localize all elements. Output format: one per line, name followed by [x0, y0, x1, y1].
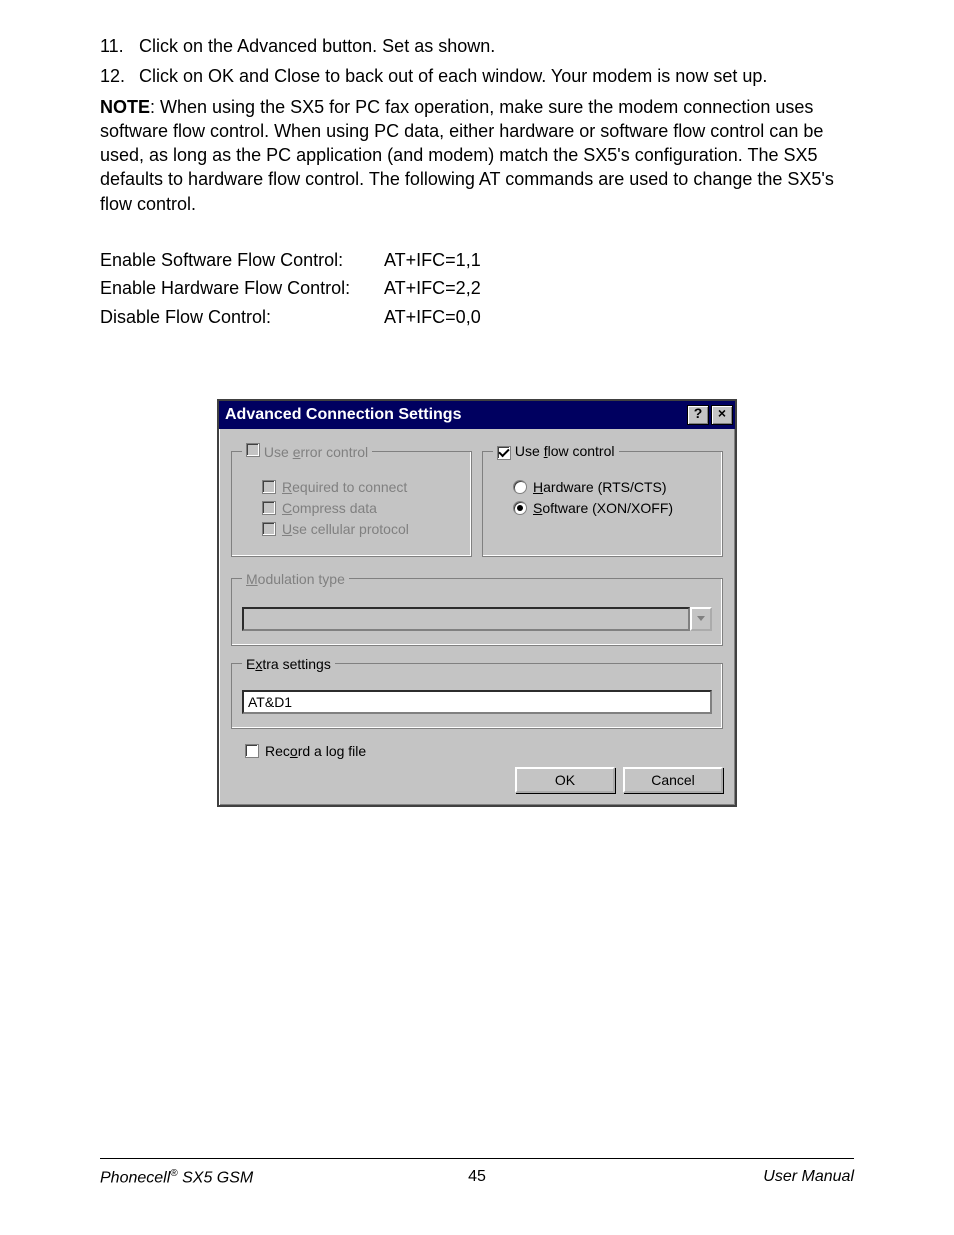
at-label: Enable Hardware Flow Control: [100, 274, 380, 302]
option-label: Hardware (RTS/CTS) [533, 479, 667, 495]
modulation-type-group: Modulation type [231, 571, 723, 646]
note-text: : When using the SX5 for PC fax operatio… [100, 97, 834, 214]
option-label: Required to connect [282, 479, 407, 495]
table-row: Enable Hardware Flow Control: AT+IFC=2,2 [100, 274, 481, 302]
checkbox-icon [262, 501, 276, 515]
footer-page-number: 45 [468, 1168, 486, 1186]
cellular-protocol-checkbox[interactable]: Use cellular protocol [262, 521, 461, 537]
footer-left: Phonecell® SX5 GSM [100, 1168, 253, 1187]
at-label: Enable Software Flow Control: [100, 246, 380, 274]
extra-settings-group: Extra settings [231, 656, 723, 729]
radio-icon [513, 480, 527, 494]
ok-button[interactable]: OK [515, 767, 615, 793]
table-row: Disable Flow Control: AT+IFC=0,0 [100, 303, 481, 331]
legend-text: Use error control [264, 444, 368, 460]
footer-rule [100, 1158, 854, 1159]
note-paragraph: NOTE: When using the SX5 for PC fax oper… [100, 95, 854, 216]
checkbox-icon [262, 522, 276, 536]
radio-icon [513, 501, 527, 515]
record-log-checkbox[interactable]: Record a log file [245, 743, 723, 759]
step-text: Click on the Advanced button. Set as sho… [139, 36, 495, 56]
use-error-control-group: Use error control Required to connect Co… [231, 443, 472, 557]
at-label: Disable Flow Control: [100, 303, 380, 331]
combo-field [242, 607, 690, 631]
hardware-flow-radio[interactable]: Hardware (RTS/CTS) [513, 479, 712, 495]
modulation-type-label: Modulation type [242, 571, 349, 587]
dialog-titlebar[interactable]: Advanced Connection Settings ? × [219, 401, 735, 429]
step-text: Click on OK and Close to back out of eac… [139, 66, 767, 86]
use-error-control-checkbox[interactable]: Use error control [242, 443, 372, 460]
required-to-connect-checkbox[interactable]: Required to connect [262, 479, 461, 495]
dropdown-button[interactable] [690, 607, 712, 631]
table-row: Enable Software Flow Control: AT+IFC=1,1 [100, 246, 481, 274]
use-flow-control-checkbox[interactable]: Use flow control [493, 443, 619, 460]
footer-right: User Manual [763, 1168, 854, 1187]
use-flow-control-group: Use flow control Hardware (RTS/CTS) Soft… [482, 443, 723, 557]
software-flow-radio[interactable]: Software (XON/XOFF) [513, 500, 712, 516]
cancel-button[interactable]: Cancel [623, 767, 723, 793]
dialog-title: Advanced Connection Settings [225, 406, 461, 424]
note-label: NOTE [100, 97, 150, 117]
instruction-text: 11. Click on the Advanced button. Set as… [100, 34, 854, 331]
page-footer: Phonecell® SX5 GSM 45 User Manual [100, 1168, 854, 1187]
extra-settings-input[interactable] [242, 690, 712, 714]
step-12: 12. Click on OK and Close to back out of… [100, 64, 854, 88]
advanced-connection-settings-dialog: Advanced Connection Settings ? × Use err… [217, 399, 737, 807]
option-label: Compress data [282, 500, 377, 516]
checkbox-icon [262, 480, 276, 494]
at-command: AT+IFC=0,0 [380, 303, 481, 331]
close-icon: × [718, 405, 726, 421]
at-command: AT+IFC=2,2 [380, 274, 481, 302]
checkbox-icon [497, 446, 511, 460]
chevron-down-icon [697, 616, 705, 621]
option-label: Software (XON/XOFF) [533, 500, 673, 516]
option-label: Record a log file [265, 743, 366, 759]
close-button[interactable]: × [711, 405, 733, 425]
step-11: 11. Click on the Advanced button. Set as… [100, 34, 854, 58]
step-number: 11. [100, 34, 134, 58]
checkbox-icon [245, 744, 259, 758]
modulation-type-combo[interactable] [242, 607, 712, 631]
compress-data-checkbox[interactable]: Compress data [262, 500, 461, 516]
at-command: AT+IFC=1,1 [380, 246, 481, 274]
option-label: Use cellular protocol [282, 521, 409, 537]
question-icon: ? [694, 405, 703, 421]
at-command-table: Enable Software Flow Control: AT+IFC=1,1… [100, 246, 481, 331]
checkbox-icon [246, 443, 260, 457]
extra-settings-label: Extra settings [242, 656, 335, 672]
help-button[interactable]: ? [687, 405, 709, 425]
step-number: 12. [100, 64, 134, 88]
legend-text: Use flow control [515, 443, 615, 459]
